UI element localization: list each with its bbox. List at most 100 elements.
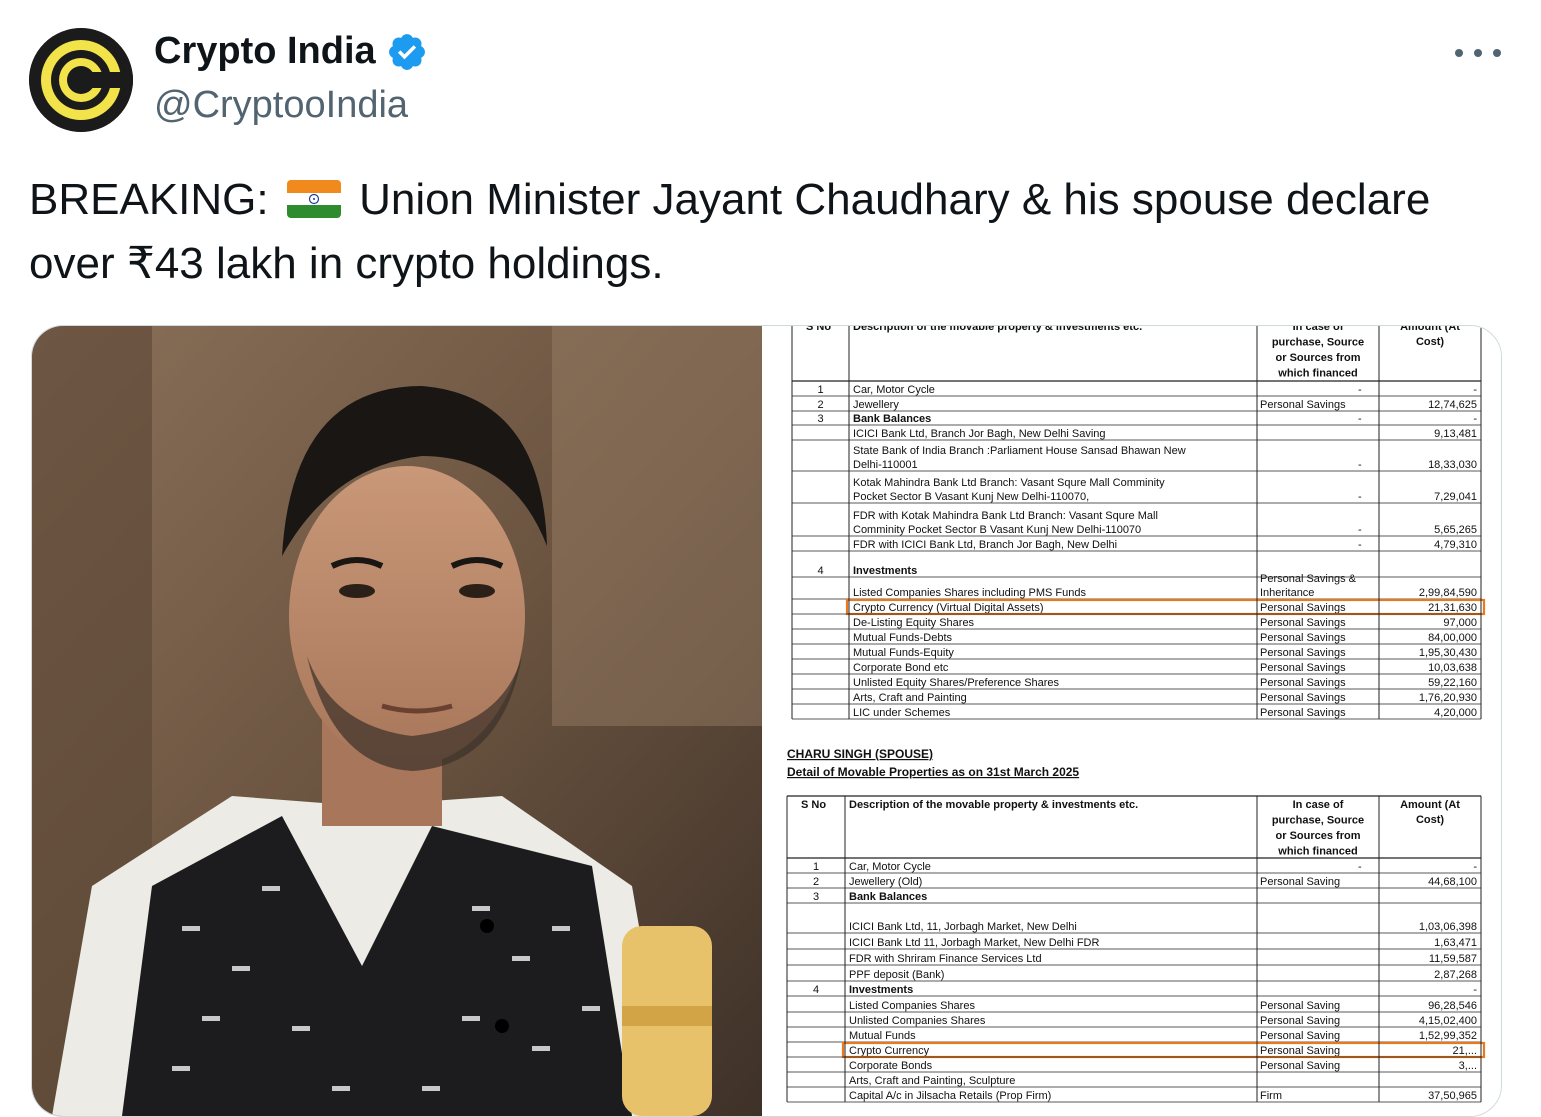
spouse-table-row-desc: Listed Companies Shares	[849, 1000, 975, 1012]
verified-badge-icon	[388, 33, 425, 70]
self-table-row-amt: 4,79,310	[1434, 539, 1477, 551]
self-table-row-desc: LIC under Schemes	[853, 707, 951, 719]
spouse-table-row-src: Personal Saving	[1260, 1060, 1340, 1072]
display-name[interactable]: Crypto India	[154, 30, 376, 73]
spouse-table-row-amt: 3,...	[1459, 1060, 1477, 1072]
self-table-row-desc: Crypto Currency (Virtual Digital Assets)	[853, 602, 1044, 614]
spouse-table-row-desc: Car, Motor Cycle	[849, 861, 931, 873]
spouse-table-row-desc: Unlisted Companies Shares	[849, 1015, 986, 1027]
spouse-table-row-src: Personal Saving	[1260, 876, 1340, 888]
self-table-row-desc: FDR with ICICI Bank Ltd, Branch Jor Bagh…	[853, 539, 1117, 551]
self-table-row-src: Personal Savings	[1260, 647, 1346, 659]
self-table-row-src: -	[1358, 524, 1362, 536]
spouse-table-row-amt: 1,52,99,352	[1419, 1030, 1477, 1042]
self-table-header-sno: S No	[806, 326, 831, 333]
spouse-table-header-sno: S No	[801, 799, 826, 811]
spouse-table-header-src: purchase, Source	[1272, 815, 1364, 827]
self-table-row-desc: Jewellery	[853, 399, 899, 411]
self-table-row-amt: 5,65,265	[1434, 524, 1477, 536]
spouse-table-row-sno: 1	[813, 861, 819, 873]
spouse-table-row-amt: 44,68,100	[1428, 876, 1477, 888]
self-table-row-src: Personal Savings	[1260, 662, 1346, 674]
self-table-header-desc: Description of the movable property & in…	[853, 326, 1142, 333]
spouse-table-header-desc: Description of the movable property & in…	[849, 799, 1138, 811]
self-table-row-desc: State Bank of India Branch :Parliament H…	[853, 445, 1186, 457]
self-table-row-desc: Unlisted Equity Shares/Preference Shares	[853, 677, 1060, 689]
spouse-table-row-sno: 4	[813, 984, 819, 996]
crypto-india-logo-icon	[29, 28, 133, 132]
self-table-row-amt: 7,29,041	[1434, 491, 1477, 503]
spouse-table-row-desc: Mutual Funds	[849, 1030, 916, 1042]
spouse-table-row-desc: Crypto Currency	[849, 1045, 930, 1057]
spouse-table-row-src: Personal Saving	[1260, 1015, 1340, 1027]
self-table-row-amt: 1,95,30,430	[1419, 647, 1477, 659]
tweet-media[interactable]: S No Description of the movable property …	[31, 325, 1502, 1117]
spouse-table-header-amt: Cost)	[1416, 814, 1444, 826]
self-table-row-desc: ICICI Bank Ltd, Branch Jor Bagh, New Del…	[853, 428, 1106, 440]
self-table-row-desc: Comminity Pocket Sector B Vasant Kunj Ne…	[853, 524, 1141, 536]
self-table-row-sno: 3	[817, 413, 823, 425]
spouse-table-row-amt: -	[1473, 861, 1477, 873]
spouse-table-row-sno: 2	[813, 876, 819, 888]
spouse-table-row-desc: Corporate Bonds	[849, 1060, 933, 1072]
spouse-table-row-amt: 1,63,471	[1434, 937, 1477, 949]
self-table-row-src: -	[1358, 384, 1362, 396]
tweet-text-lead: BREAKING:	[29, 175, 281, 224]
spouse-table-row-amt: -	[1473, 984, 1477, 996]
self-table-row-amt: 84,00,000	[1428, 632, 1477, 644]
self-table-row-src: -	[1358, 413, 1362, 425]
author-name-row[interactable]: Crypto India	[154, 30, 428, 73]
self-table-row-amt: 9,13,481	[1434, 428, 1477, 440]
self-table-row-src: -	[1358, 491, 1362, 503]
author-handle[interactable]: @CryptooIndia	[154, 84, 408, 127]
self-table-header-amt: Cost)	[1416, 336, 1444, 348]
asset-declaration-document[interactable]: S No Description of the movable property …	[767, 326, 1501, 1116]
self-table-row-desc: Delhi-110001	[853, 459, 918, 471]
spouse-table-row-desc: PPF deposit (Bank)	[849, 969, 944, 981]
india-flag-icon	[286, 180, 341, 218]
more-options-button[interactable]	[1455, 38, 1501, 68]
more-options-icon	[1455, 49, 1463, 57]
self-table-row-src: Personal Savings &	[1260, 573, 1357, 585]
spouse-title: CHARU SINGH (SPOUSE)	[787, 747, 933, 761]
spouse-subtitle: Detail of Movable Properties as on 31st …	[787, 765, 1079, 779]
spouse-table-header-src: In case of	[1293, 799, 1344, 811]
spouse-table-row-sno: 3	[813, 891, 819, 903]
spouse-table-header-amt: Amount (At	[1400, 799, 1460, 811]
self-table-row-amt: 4,20,000	[1434, 707, 1477, 719]
spouse-table-row-amt: 1,03,06,398	[1419, 921, 1477, 933]
self-table-row-amt: 97,000	[1443, 617, 1477, 629]
self-table-row-desc: FDR with Kotak Mahindra Bank Ltd Branch:…	[853, 510, 1158, 522]
spouse-table-row-desc: Jewellery (Old)	[849, 876, 922, 888]
tweet-text: BREAKING: Union Minister Jayant Chaudhar…	[29, 168, 1509, 296]
spouse-table-row-desc: FDR with Shriram Finance Services Ltd	[849, 953, 1042, 965]
more-dot-icon	[1474, 49, 1482, 57]
self-table-row-src: Personal Savings	[1260, 707, 1346, 719]
spouse-table-row-desc: Investments	[849, 984, 913, 996]
spouse-table-row-amt: 2,87,268	[1434, 969, 1477, 981]
self-table-row-amt: -	[1473, 413, 1477, 425]
spouse-table-crypto-highlight	[841, 1041, 1486, 1059]
self-table-row-amt: 18,33,030	[1428, 459, 1477, 471]
self-table-row-amt: 59,22,160	[1428, 677, 1477, 689]
self-table-row-src: Personal Savings	[1260, 632, 1346, 644]
self-table-row-amt: 10,03,638	[1428, 662, 1477, 674]
avatar[interactable]	[29, 28, 133, 132]
self-table-row-desc: Mutual Funds-Debts	[853, 632, 953, 644]
self-table-row-desc: Corporate Bond etc	[853, 662, 949, 674]
minister-photo[interactable]	[32, 326, 762, 1116]
spouse-table-row-desc: Bank Balances	[849, 891, 927, 903]
self-table-row-sno: 4	[817, 565, 823, 577]
self-table-row-amt: 21,31,630	[1428, 602, 1477, 614]
self-table-row-amt: 2,99,84,590	[1419, 587, 1477, 599]
spouse-table-header-src: or Sources from	[1276, 830, 1361, 842]
more-dot-icon	[1493, 49, 1501, 57]
spouse-table-row-src: Personal Saving	[1260, 1000, 1340, 1012]
spouse-table-header-src: which financed	[1277, 846, 1357, 858]
self-table-row-desc: De-Listing Equity Shares	[853, 617, 975, 629]
self-table-header-src: or Sources from	[1276, 352, 1361, 364]
spouse-table-row-amt: 4,15,02,400	[1419, 1015, 1477, 1027]
spouse-table-row-src: Personal Saving	[1260, 1030, 1340, 1042]
self-table-row-amt: 12,74,625	[1428, 399, 1477, 411]
self-table-header-amt: Amount (At	[1400, 326, 1460, 333]
